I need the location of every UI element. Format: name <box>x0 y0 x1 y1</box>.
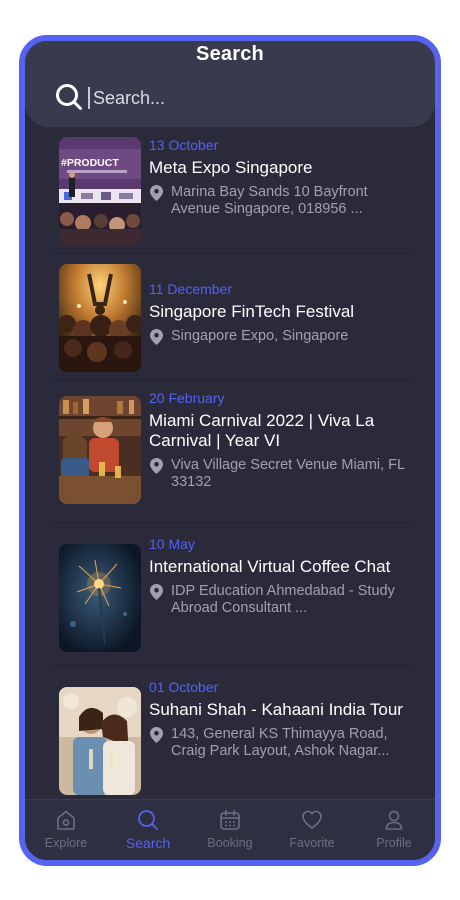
user-icon <box>385 810 403 830</box>
event-card[interactable]: 10 May International Virtual Coffee Chat… <box>51 522 413 666</box>
location-pin-icon <box>150 185 163 201</box>
event-info: 10 May International Virtual Coffee Chat… <box>149 536 407 617</box>
event-location-text: 143, General KS Thimayya Road, Craig Par… <box>171 726 390 759</box>
nav-label: Booking <box>207 836 253 850</box>
event-location: IDP Education Ahmedabad - Study Abroad C… <box>149 583 407 617</box>
event-info: 20 February Miami Carnival 2022 | Viva L… <box>149 390 407 491</box>
location-pin-icon <box>150 584 163 600</box>
calendar-icon <box>220 809 240 830</box>
page-title: Search <box>196 43 264 65</box>
nav-item-favorite[interactable]: Favorite <box>271 800 353 860</box>
event-thumbnail <box>59 264 141 372</box>
nav-label: Favorite <box>289 836 335 850</box>
event-location: 143, General KS Thimayya Road, Craig Par… <box>149 726 407 760</box>
event-card[interactable]: #PRODUCT 13 October Meta Expo Singapore … <box>51 127 413 254</box>
home-icon <box>57 810 75 830</box>
event-name[interactable]: Suhani Shah - Kahaani India Tour <box>149 700 407 720</box>
event-location: Marina Bay Sands 10 Bayfront Avenue Sing… <box>149 184 407 218</box>
bottom-navigation: Explore Search Booking Favorite Profile <box>25 799 435 860</box>
event-card[interactable]: 11 December Singapore FinTech Festival S… <box>51 253 413 380</box>
location-pin-icon <box>150 458 163 474</box>
nav-item-explore[interactable]: Explore <box>25 800 107 860</box>
search-header: Search <box>25 41 435 127</box>
event-thumbnail <box>59 396 141 504</box>
search-input[interactable] <box>93 85 393 111</box>
event-list[interactable]: #PRODUCT 13 October Meta Expo Singapore … <box>25 127 435 800</box>
event-date: 01 October <box>149 679 219 695</box>
nav-label: Explore <box>44 836 88 850</box>
location-pin-icon <box>150 727 163 743</box>
phone-frame: Search #PRODUCT <box>19 35 441 866</box>
event-location: Singapore Expo, Singapore <box>149 328 407 345</box>
location-pin-icon <box>150 329 163 345</box>
event-date: 20 February <box>149 390 225 406</box>
event-location-text: Singapore Expo, Singapore <box>171 328 349 344</box>
event-thumbnail <box>59 544 141 652</box>
event-location: Viva Village Secret Venue Miami, FL 3313… <box>149 457 407 491</box>
event-card[interactable]: 20 February Miami Carnival 2022 | Viva L… <box>51 379 413 523</box>
search-icon[interactable] <box>55 83 83 111</box>
event-name[interactable]: Meta Expo Singapore <box>149 158 407 178</box>
event-thumbnail <box>59 687 141 795</box>
thumbnail-banner-text: #PRODUCT <box>61 157 119 169</box>
event-card[interactable]: 01 October Suhani Shah - Kahaani India T… <box>51 665 413 800</box>
search-icon <box>138 810 158 830</box>
event-location-text: Viva Village Secret Venue Miami, FL 3313… <box>171 457 405 490</box>
event-location-text: IDP Education Ahmedabad - Study Abroad C… <box>171 583 395 616</box>
nav-label: Profile <box>376 836 412 850</box>
heart-icon <box>302 810 322 829</box>
event-location-text: Marina Bay Sands 10 Bayfront Avenue Sing… <box>171 184 368 217</box>
event-name[interactable]: International Virtual Coffee Chat <box>149 557 407 577</box>
nav-item-profile[interactable]: Profile <box>353 800 435 860</box>
nav-label: Search <box>125 835 171 851</box>
text-cursor <box>88 87 90 109</box>
event-info: 01 October Suhani Shah - Kahaani India T… <box>149 679 407 760</box>
event-date: 13 October <box>149 137 219 153</box>
event-info: 13 October Meta Expo Singapore Marina Ba… <box>149 137 407 218</box>
event-name[interactable]: Singapore FinTech Festival <box>149 302 407 322</box>
event-thumbnail: #PRODUCT <box>59 137 141 245</box>
nav-item-search[interactable]: Search <box>107 800 189 860</box>
event-info: 11 December Singapore FinTech Festival S… <box>149 281 407 345</box>
event-date: 11 December <box>149 281 233 297</box>
event-name[interactable]: Miami Carnival 2022 | Viva La Carnival |… <box>149 411 407 451</box>
event-date: 10 May <box>149 536 195 552</box>
nav-item-booking[interactable]: Booking <box>189 800 271 860</box>
